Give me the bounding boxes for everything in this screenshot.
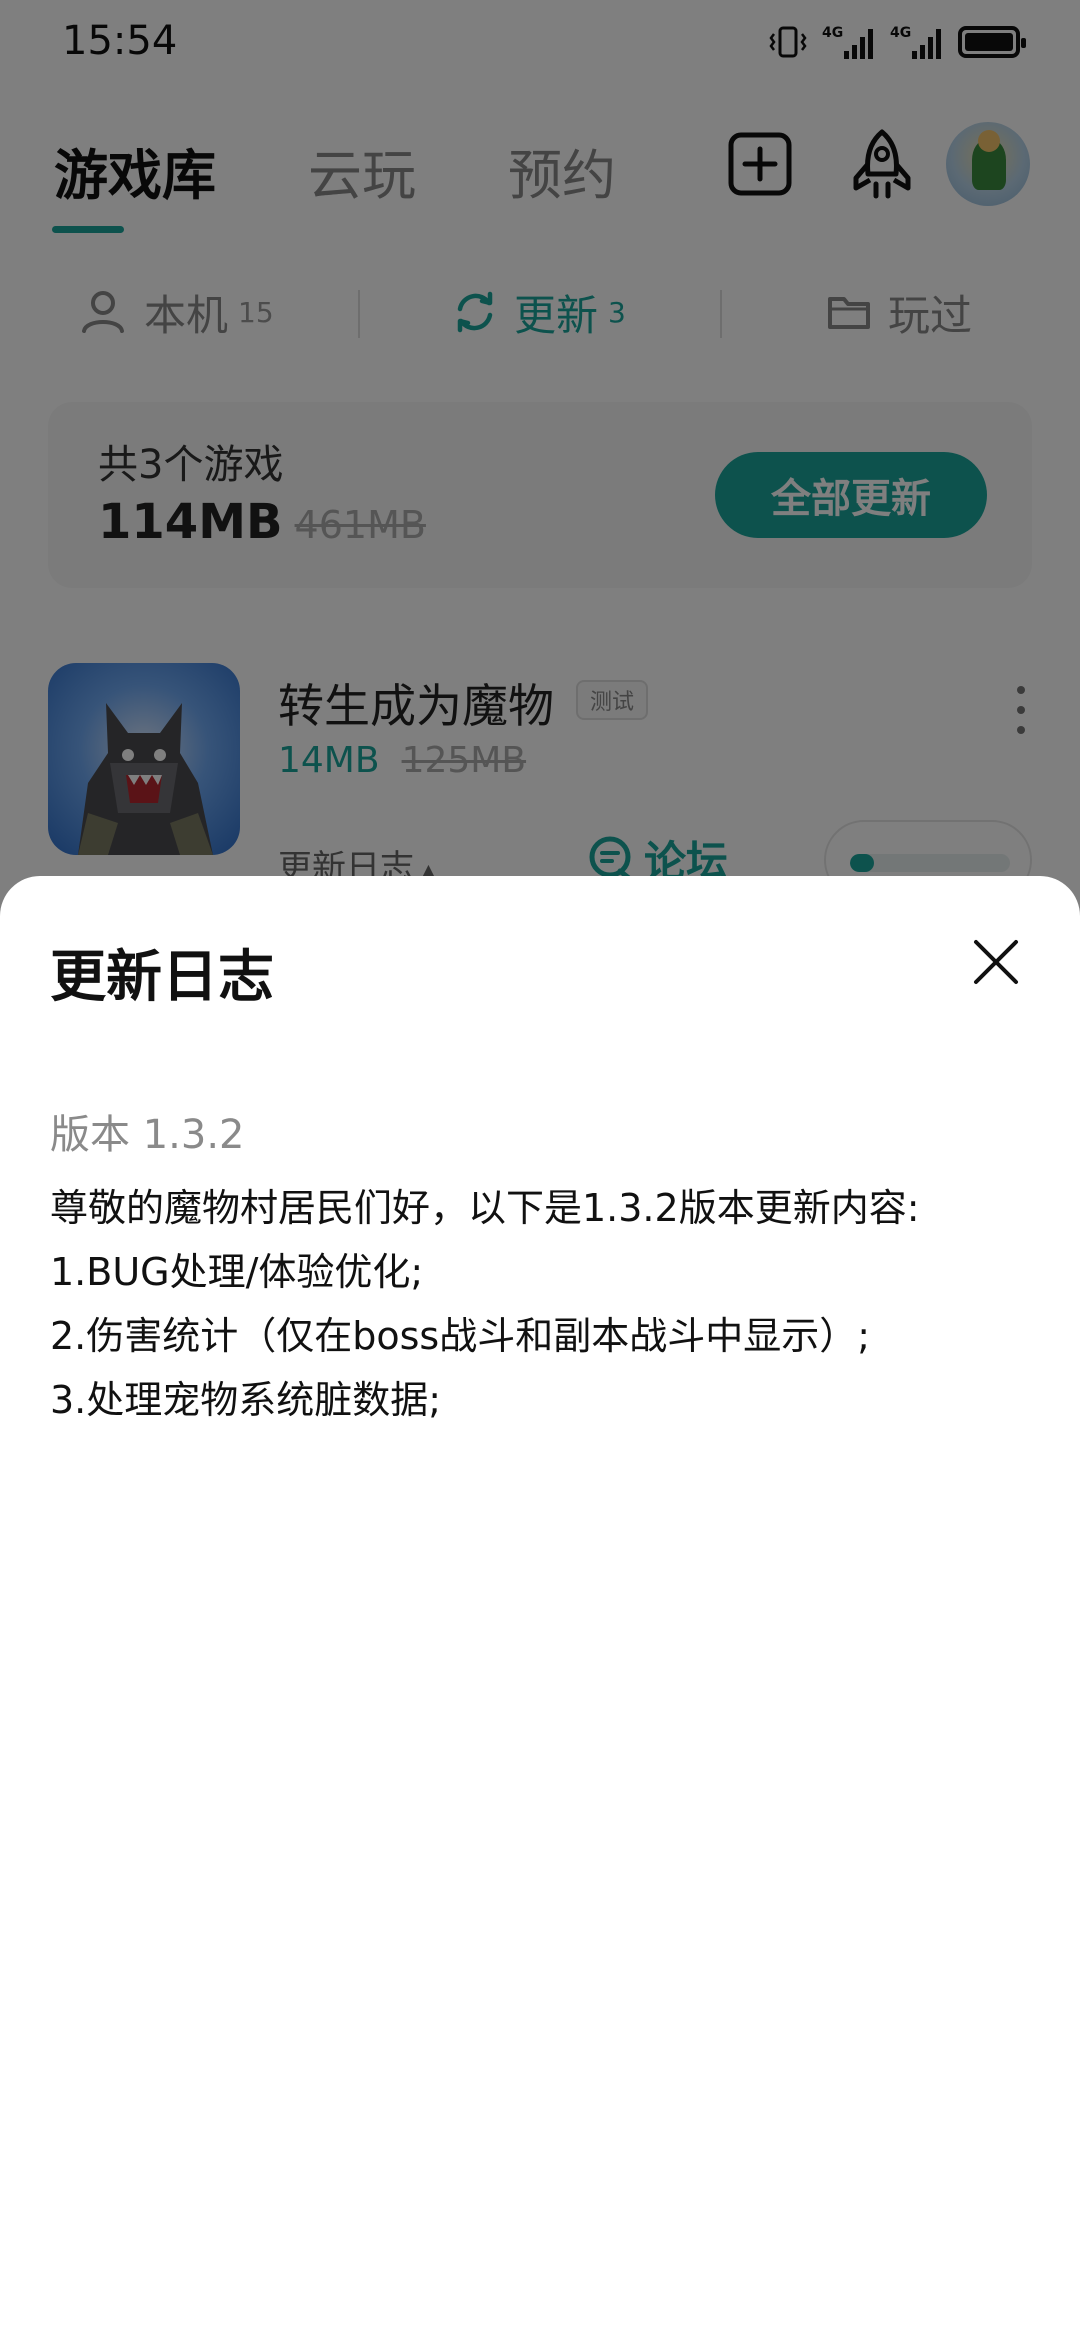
- sheet-title: 更新日志: [50, 945, 274, 1010]
- changelog-line: 2.伤害统计（仅在boss战斗和副本战斗中显示）;: [50, 1314, 871, 1358]
- changelog-line: 3.处理宠物系统脏数据;: [50, 1378, 442, 1422]
- changelog-line: 1.BUG处理/体验优化;: [50, 1250, 424, 1294]
- close-icon[interactable]: [966, 932, 1026, 992]
- version-label: 版本 1.3.2: [50, 1112, 245, 1158]
- changelog-text: 尊敬的魔物村居民们好，以下是1.3.2版本更新内容: 1.BUG处理/体验优化;…: [50, 1176, 1040, 1432]
- changelog-sheet: 更新日志 版本 1.3.2 尊敬的魔物村居民们好，以下是1.3.2版本更新内容:…: [0, 876, 1080, 2340]
- changelog-line: 尊敬的魔物村居民们好，以下是1.3.2版本更新内容:: [50, 1186, 920, 1230]
